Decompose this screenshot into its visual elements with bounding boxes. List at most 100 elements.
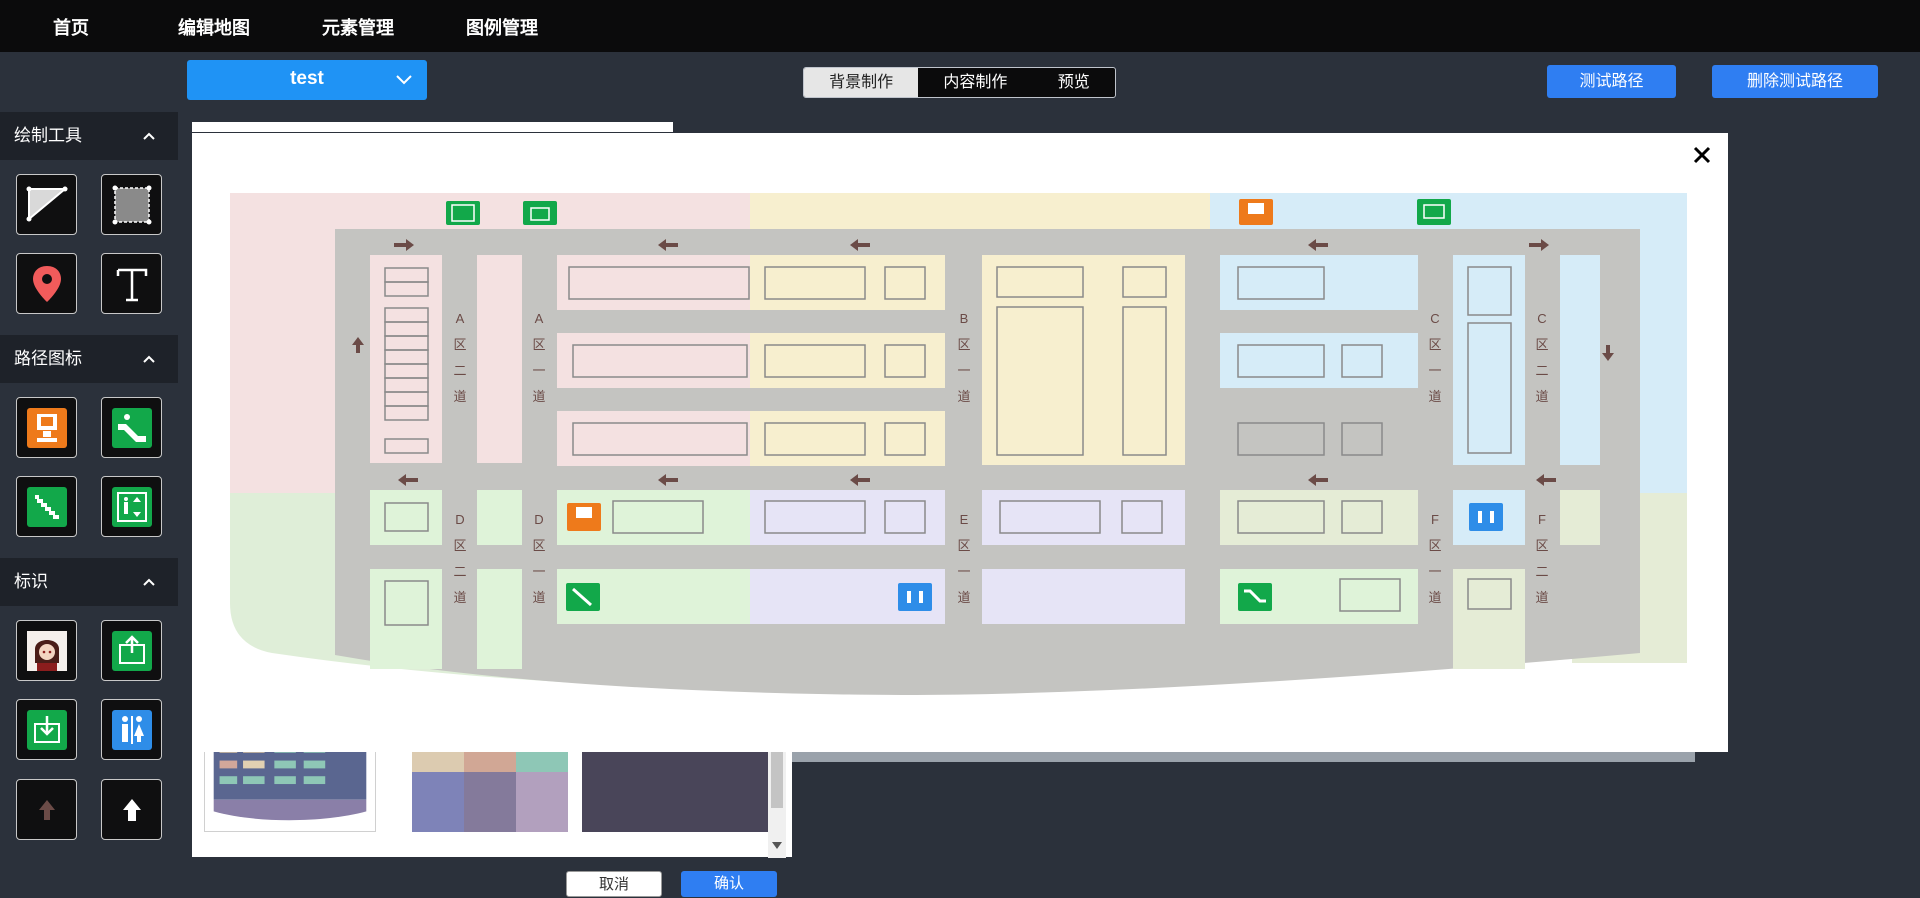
label-e1-2: 一	[957, 564, 970, 579]
label-b1-0: B	[960, 311, 969, 326]
chevron-up-icon	[143, 578, 155, 586]
arrow-up-brown-tool[interactable]	[16, 779, 77, 840]
label-a1-3: 道	[532, 389, 545, 404]
stairs-icon	[26, 486, 67, 527]
exit-icon	[523, 201, 557, 225]
arrow-up-white-tool[interactable]	[101, 779, 162, 840]
stairs-tool[interactable]	[16, 476, 77, 537]
elevator-icon	[1239, 199, 1273, 225]
chevron-down-icon	[396, 75, 412, 85]
label-c2-1: 区	[1535, 337, 1548, 352]
nav-edit-map[interactable]: 编辑地图	[178, 14, 250, 40]
rectangle-tool[interactable]	[101, 174, 162, 235]
entrance-tool[interactable]	[16, 699, 77, 760]
polygon-tool[interactable]	[16, 174, 77, 235]
polygon-icon	[26, 186, 68, 221]
label-d1-2: 一	[532, 564, 545, 579]
exit-tool[interactable]	[101, 620, 162, 681]
tab-preview[interactable]: 预览	[1033, 68, 1115, 97]
background-dialog: 取消 确认	[192, 740, 792, 897]
escalator-icon	[111, 407, 152, 448]
tab-content[interactable]: 内容制作	[918, 68, 1032, 97]
exit-icon	[111, 630, 152, 671]
entrance-icon	[26, 709, 67, 750]
entrance-icon	[1417, 199, 1451, 225]
nav-home[interactable]: 首页	[53, 14, 89, 40]
section-drawing-tools[interactable]: 绘制工具	[0, 112, 178, 160]
lift-tool[interactable]	[101, 476, 162, 537]
label-f2-1: 区	[1535, 538, 1548, 553]
elevator-icon	[26, 407, 67, 448]
test-path-button[interactable]: 测试路径	[1547, 65, 1676, 98]
background-panel	[192, 122, 673, 132]
elevator-icon	[567, 503, 601, 531]
label-d1-3: 道	[532, 590, 545, 605]
label-f2-3: 道	[1535, 590, 1548, 605]
dialog-scrollbar[interactable]	[768, 746, 786, 858]
confirm-button[interactable]: 确认	[681, 871, 777, 897]
rectangle-icon	[112, 185, 151, 224]
tab-background[interactable]: 背景制作	[804, 68, 919, 97]
label-b1-2: 一	[957, 363, 970, 378]
label-a2-3: 道	[453, 389, 466, 404]
label-c2-2: 二	[1535, 363, 1548, 378]
map-select-value: test	[290, 68, 324, 89]
color-swatch-dark[interactable]	[582, 740, 768, 832]
restroom-icon	[1469, 503, 1503, 531]
nav-element-management[interactable]: 元素管理	[322, 14, 394, 40]
section-title: 标识	[14, 572, 48, 591]
label-f1-0: F	[1431, 512, 1439, 527]
label-a1-0: A	[535, 311, 544, 326]
label-f2-0: F	[1538, 512, 1546, 527]
lift-icon	[111, 486, 152, 527]
label-d2-1: 区	[453, 538, 466, 553]
label-d2-3: 道	[453, 590, 466, 605]
label-f1-1: 区	[1428, 538, 1441, 553]
section-title: 绘制工具	[14, 126, 82, 145]
lift-icon	[446, 201, 480, 225]
text-icon	[116, 268, 147, 301]
location-pin-icon	[32, 265, 61, 302]
label-b1-1: 区	[957, 337, 970, 352]
escalator-tool[interactable]	[101, 397, 162, 458]
nav-legend-management[interactable]: 图例管理	[466, 14, 538, 40]
label-a1-1: 区	[532, 337, 545, 352]
text-tool[interactable]	[101, 253, 162, 314]
label-a2-2: 二	[453, 363, 466, 378]
escalator-icon	[1238, 583, 1272, 611]
label-f1-2: 一	[1428, 564, 1441, 579]
chevron-up-icon	[143, 355, 155, 363]
cancel-button[interactable]: 取消	[566, 871, 662, 897]
label-a2-0: A	[456, 311, 465, 326]
section-signs[interactable]: 标识	[0, 558, 178, 606]
map-select[interactable]: test	[187, 60, 427, 100]
stairs-icon	[566, 583, 600, 611]
map-thumbnail[interactable]	[204, 740, 376, 832]
map-preview-modal: A区二道 A区一道 B区一道 C区一道 C区二道 D区二道 D区一道 E区一道 …	[192, 133, 1728, 752]
label-c1-2: 一	[1428, 363, 1441, 378]
label-c1-0: C	[1430, 311, 1439, 326]
avatar-tool[interactable]	[16, 620, 77, 681]
delete-test-path-button[interactable]: 删除测试路径	[1712, 65, 1878, 98]
top-nav: 首页 编辑地图 元素管理 图例管理	[0, 0, 1920, 52]
label-e1-0: E	[960, 512, 969, 527]
chevron-up-icon	[143, 132, 155, 140]
label-d2-2: 二	[453, 564, 466, 579]
label-f2-2: 二	[1535, 564, 1548, 579]
label-d1-1: 区	[532, 538, 545, 553]
location-pin-tool[interactable]	[16, 253, 77, 314]
label-d1-0: D	[534, 512, 543, 527]
restroom-tool[interactable]	[101, 699, 162, 760]
section-path-icons[interactable]: 路径图标	[0, 335, 178, 383]
scrollbar-thumb[interactable]	[771, 748, 783, 808]
avatar-icon	[26, 630, 67, 671]
elevator-tool[interactable]	[16, 397, 77, 458]
color-palette[interactable]	[412, 740, 568, 832]
label-c2-3: 道	[1535, 389, 1548, 404]
label-f1-3: 道	[1428, 590, 1441, 605]
restroom-icon	[111, 709, 152, 750]
scroll-down-icon[interactable]	[772, 842, 782, 850]
arrow-up-white-icon	[122, 798, 141, 821]
label-e1-1: 区	[957, 538, 970, 553]
restroom-icon	[898, 583, 932, 611]
